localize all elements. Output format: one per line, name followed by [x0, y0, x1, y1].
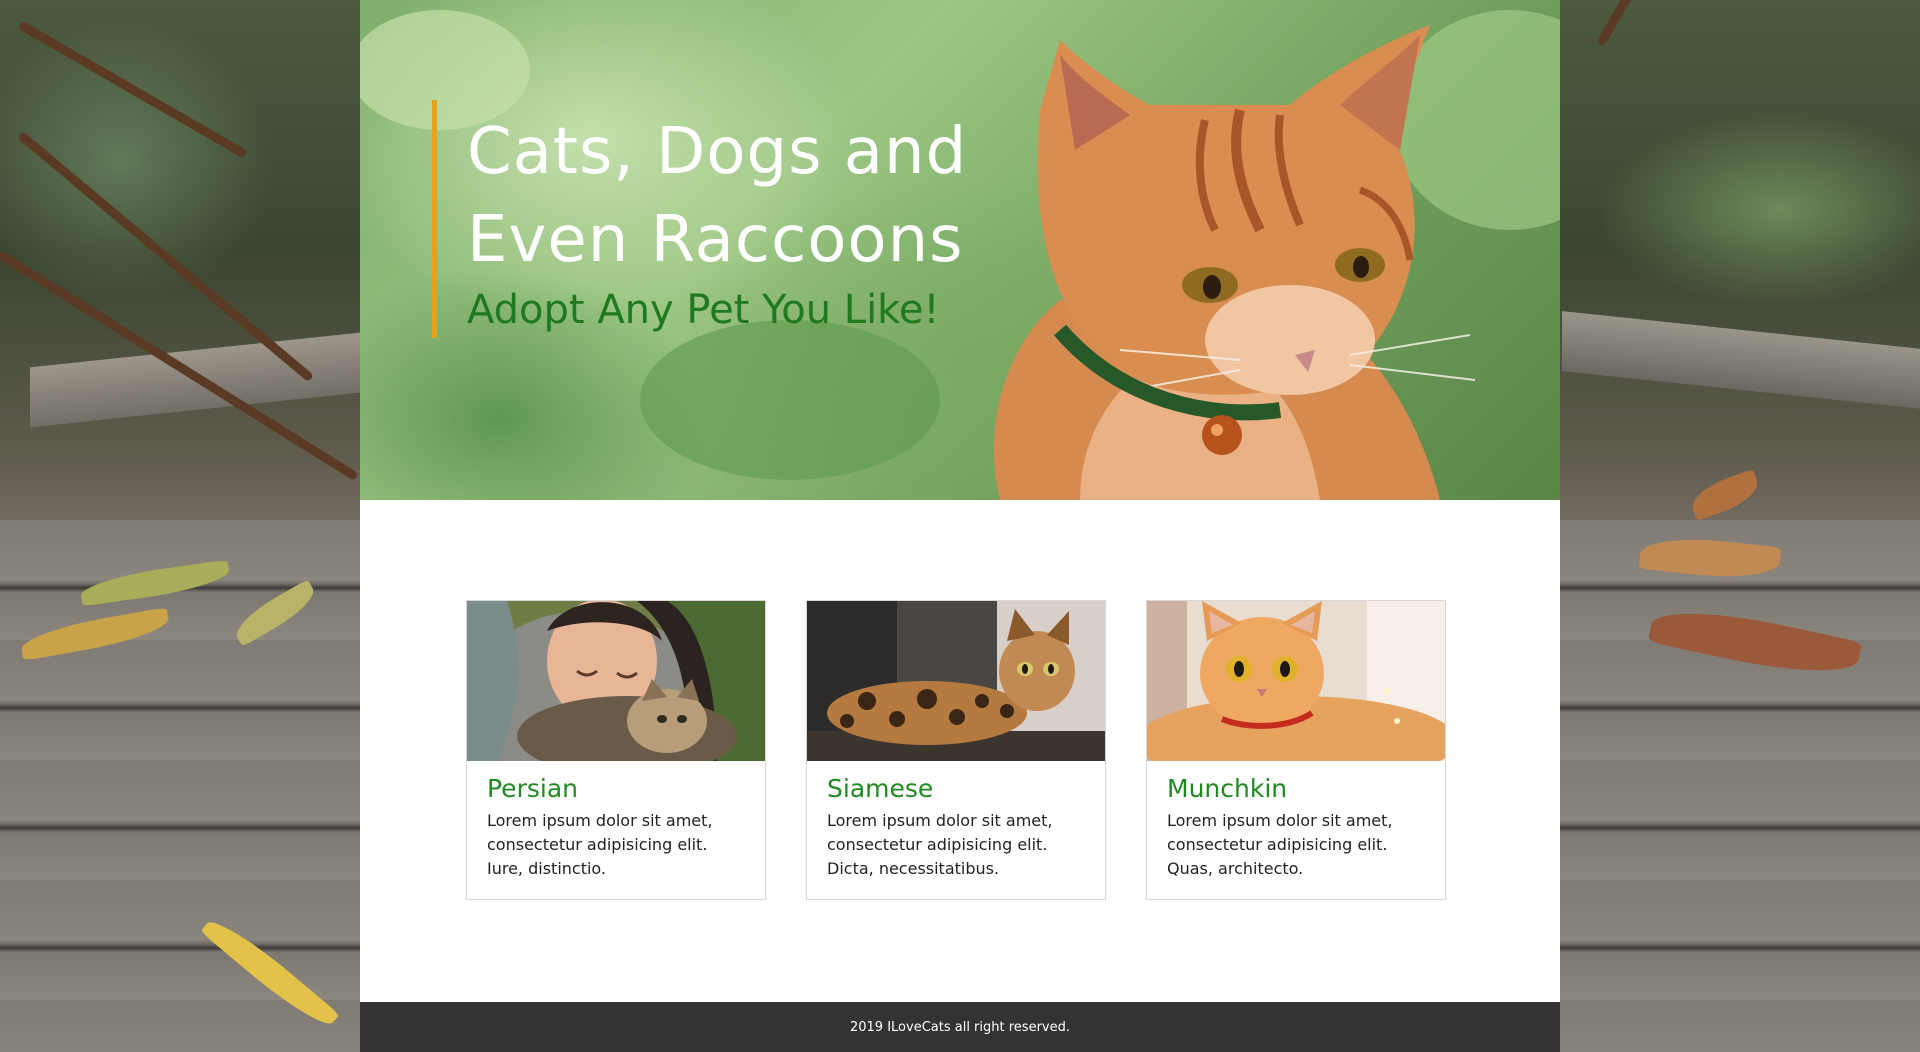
breed-card-persian[interactable]: Persian Lorem ipsum dolor sit amet, cons…	[466, 600, 766, 900]
card-title: Munchkin	[1167, 774, 1288, 803]
card-text: Lorem ipsum dolor sit amet, consectetur …	[487, 811, 713, 878]
persian-card-image	[467, 601, 765, 761]
breed-card-siamese[interactable]: Siamese Lorem ipsum dolor sit amet, cons…	[806, 600, 1106, 900]
breed-card-munchkin[interactable]: Munchkin Lorem ipsum dolor sit amet, con…	[1146, 600, 1446, 900]
card-text: Lorem ipsum dolor sit amet, consectetur …	[1167, 811, 1393, 878]
hero-text-block: Cats, Dogs and Even Raccoons Adopt Any P…	[432, 100, 1027, 338]
card-body: Siamese Lorem ipsum dolor sit amet, cons…	[807, 761, 1105, 881]
card-body: Persian Lorem ipsum dolor sit amet, cons…	[467, 761, 765, 881]
munchkin-card-image	[1147, 601, 1445, 761]
breed-cards: Persian Lorem ipsum dolor sit amet, cons…	[466, 600, 1446, 900]
card-title: Siamese	[827, 774, 934, 803]
footer-copyright: 2019 ILoveCats all right reserved.	[849, 1019, 1070, 1035]
siamese-card-image	[807, 601, 1105, 761]
card-title: Persian	[487, 774, 578, 803]
hero-title: Cats, Dogs and Even Raccoons	[467, 115, 968, 277]
card-text: Lorem ipsum dolor sit amet, consectetur …	[827, 811, 1053, 878]
hero-banner: Cats, Dogs and Even Raccoons Adopt Any P…	[360, 0, 1560, 500]
footer: 2019 ILoveCats all right reserved.	[360, 1002, 1560, 1052]
hero-subtitle: Adopt Any Pet You Like!	[467, 287, 940, 333]
card-body: Munchkin Lorem ipsum dolor sit amet, con…	[1147, 761, 1445, 881]
page-container: Cats, Dogs and Even Raccoons Adopt Any P…	[360, 0, 1560, 1052]
